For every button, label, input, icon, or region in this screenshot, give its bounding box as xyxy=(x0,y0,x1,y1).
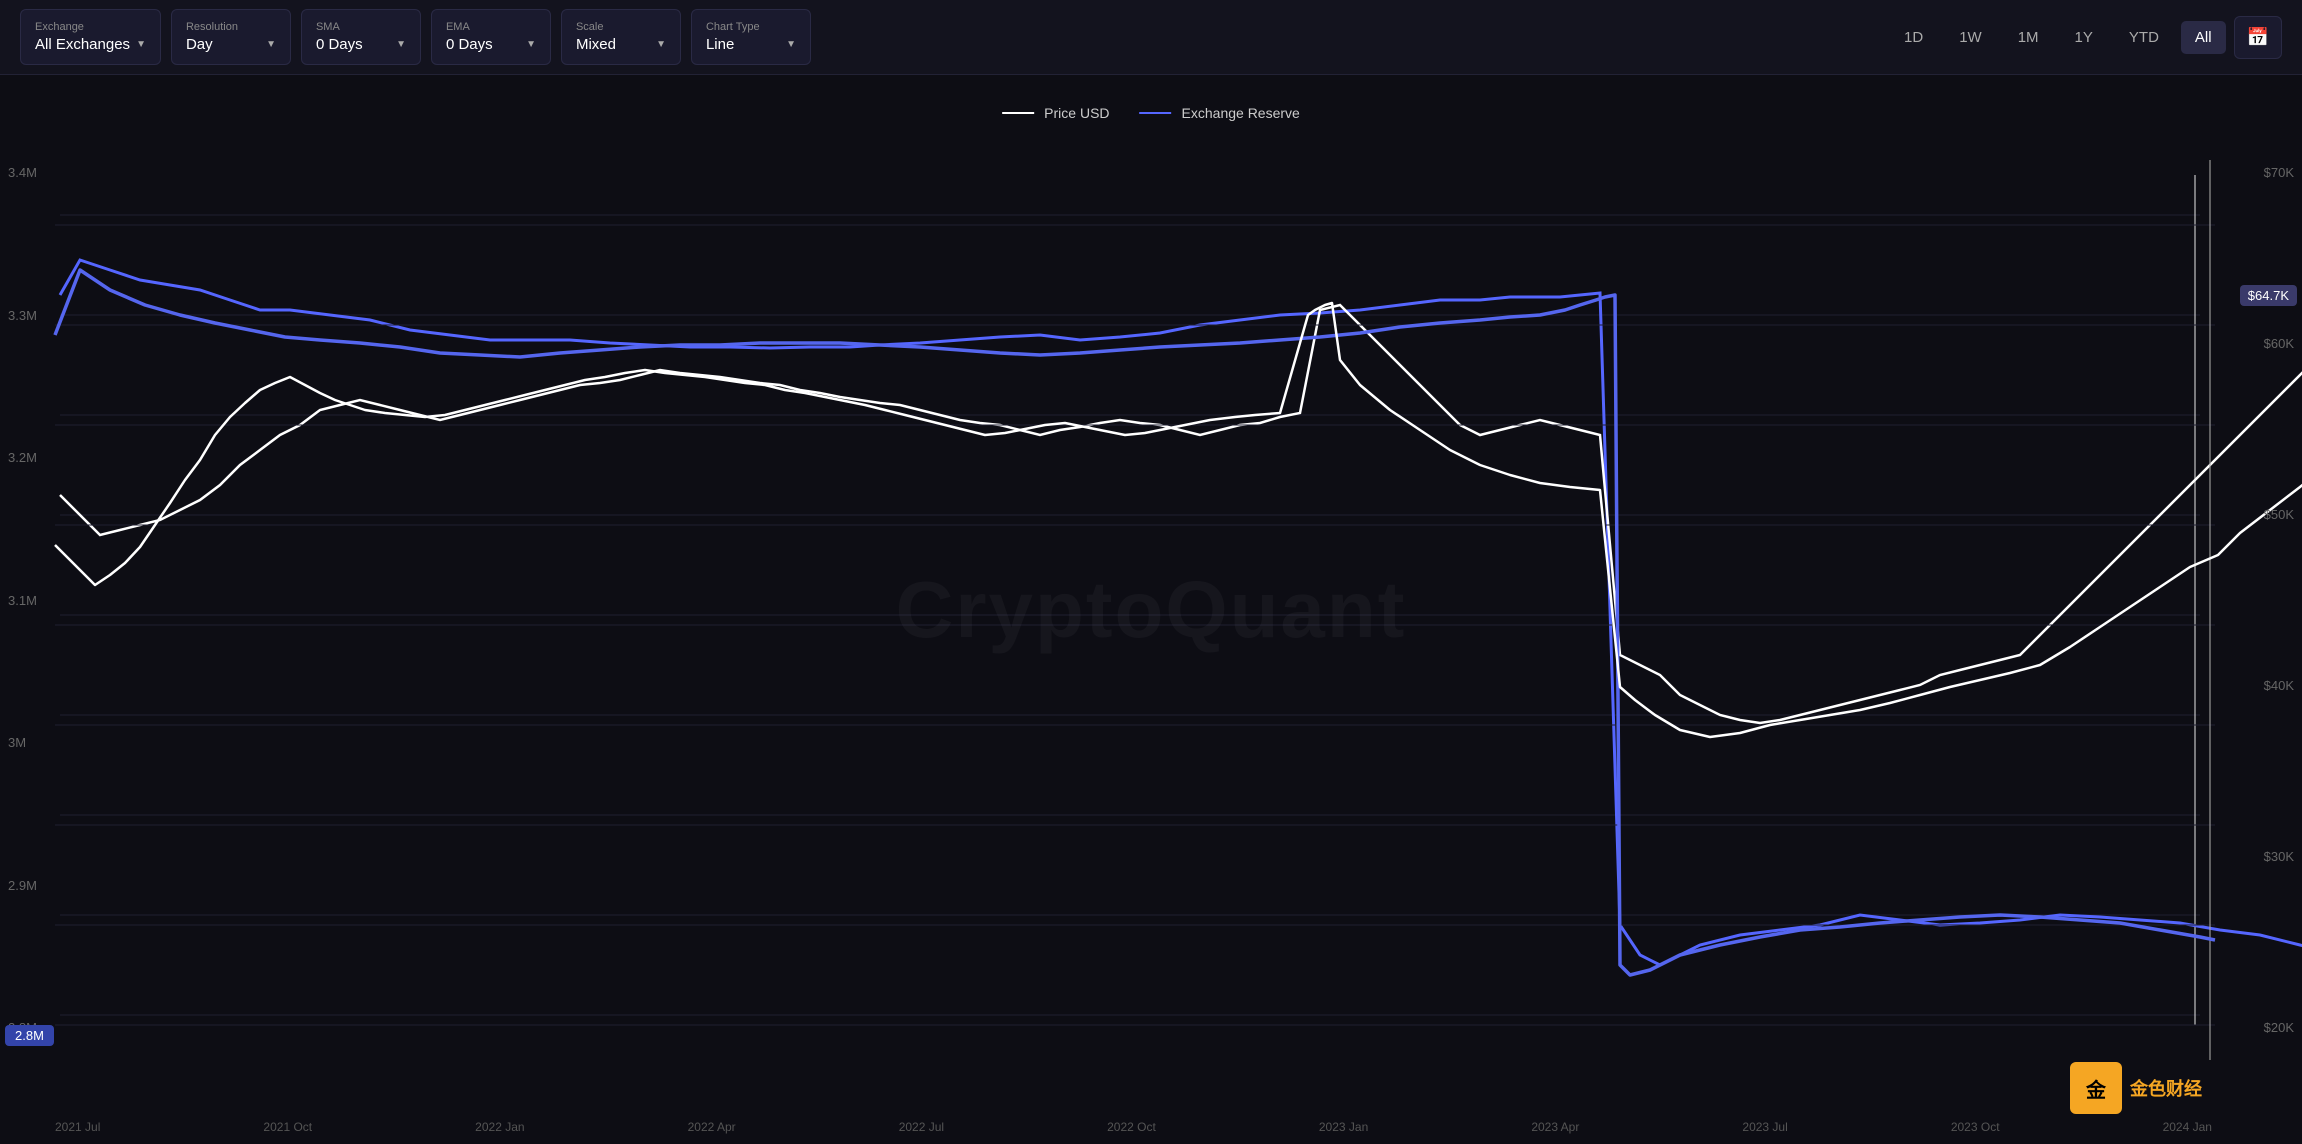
legend-reserve-label: Exchange Reserve xyxy=(1182,105,1300,121)
y-right-40k: $40K xyxy=(2264,678,2294,693)
logo-watermark: 金 金色财经 xyxy=(2070,1062,2202,1114)
resolution-dropdown[interactable]: Resolution Day ▼ xyxy=(171,9,291,65)
x-label-2023jul: 2023 Jul xyxy=(1742,1120,1787,1134)
y-right-20k: $20K xyxy=(2264,1020,2294,1035)
charttype-dropdown[interactable]: Chart Type Line ▼ xyxy=(691,9,811,65)
y-right-60k: $60K xyxy=(2264,336,2294,351)
charttype-value: Line ▼ xyxy=(706,36,796,53)
x-label-2021oct: 2021 Oct xyxy=(263,1120,312,1134)
exchange-arrow-icon: ▼ xyxy=(136,39,146,50)
y-right-30k: $30K xyxy=(2264,849,2294,864)
exchange-label: Exchange xyxy=(35,21,146,33)
toolbar-right: 1D 1W 1M 1Y YTD All 📅 xyxy=(1890,16,2282,59)
ema-arrow-icon: ▼ xyxy=(526,39,536,50)
logo-text: 金色财经 xyxy=(2130,1075,2202,1101)
legend-price-label: Price USD xyxy=(1044,105,1109,121)
ema-dropdown[interactable]: EMA 0 Days ▼ xyxy=(431,9,551,65)
reserve-current-badge: 2.8M xyxy=(5,1025,54,1046)
legend-reserve: Exchange Reserve xyxy=(1140,105,1300,121)
x-label-2023apr: 2023 Apr xyxy=(1531,1120,1579,1134)
exchange-dropdown[interactable]: Exchange All Exchanges ▼ xyxy=(20,9,161,65)
x-label-2023jan: 2023 Jan xyxy=(1319,1120,1368,1134)
resolution-arrow-icon: ▼ xyxy=(266,39,276,50)
y-left-3.4m: 3.4M xyxy=(8,165,37,180)
main-chart xyxy=(0,75,2302,1144)
logo-icon: 金 xyxy=(2070,1062,2122,1114)
x-label-2023oct: 2023 Oct xyxy=(1951,1120,2000,1134)
x-label-2022jul: 2022 Jul xyxy=(899,1120,944,1134)
scale-label: Scale xyxy=(576,21,666,33)
y-left-3.3m: 3.3M xyxy=(8,308,37,323)
time-btn-1m[interactable]: 1M xyxy=(2004,21,2053,54)
time-btn-ytd[interactable]: YTD xyxy=(2115,21,2173,54)
x-axis: 2021 Jul 2021 Oct 2022 Jan 2022 Apr 2022… xyxy=(55,1120,2212,1134)
scale-arrow-icon: ▼ xyxy=(656,39,666,50)
y-left-2.9m: 2.9M xyxy=(8,878,37,893)
time-btn-1y[interactable]: 1Y xyxy=(2061,21,2107,54)
legend-price: Price USD xyxy=(1002,105,1109,121)
x-label-2021jul: 2021 Jul xyxy=(55,1120,100,1134)
y-left-3m: 3M xyxy=(8,735,37,750)
chart-legend: Price USD Exchange Reserve xyxy=(1002,105,1300,121)
time-btn-1d[interactable]: 1D xyxy=(1890,21,1937,54)
resolution-label: Resolution xyxy=(186,21,276,33)
y-left-3.1m: 3.1M xyxy=(8,593,37,608)
toolbar: Exchange All Exchanges ▼ Resolution Day … xyxy=(0,0,2302,75)
scale-value: Mixed ▼ xyxy=(576,36,666,53)
reserve-line-icon xyxy=(1140,112,1172,114)
sma-dropdown[interactable]: SMA 0 Days ▼ xyxy=(301,9,421,65)
resolution-value: Day ▼ xyxy=(186,36,276,53)
price-usd-path xyxy=(55,163,2302,737)
time-btn-1w[interactable]: 1W xyxy=(1945,21,1996,54)
y-right-50k: $50K xyxy=(2264,507,2294,522)
scale-dropdown[interactable]: Scale Mixed ▼ xyxy=(561,9,681,65)
exchange-reserve-path xyxy=(55,270,2215,975)
price-line-icon xyxy=(1002,112,1034,114)
chart-container: Price USD Exchange Reserve CryptoQuant xyxy=(0,75,2302,1144)
price-current-badge: $64.7K xyxy=(2240,285,2297,306)
x-label-2024jan: 2024 Jan xyxy=(2163,1120,2212,1134)
ema-label: EMA xyxy=(446,21,536,33)
charttype-arrow-icon: ▼ xyxy=(786,39,796,50)
charttype-label: Chart Type xyxy=(706,21,796,33)
x-label-2022oct: 2022 Oct xyxy=(1107,1120,1156,1134)
x-label-2022jan: 2022 Jan xyxy=(475,1120,524,1134)
calendar-icon[interactable]: 📅 xyxy=(2234,16,2282,59)
sma-label: SMA xyxy=(316,21,406,33)
ema-value: 0 Days ▼ xyxy=(446,36,536,53)
sma-arrow-icon: ▼ xyxy=(396,39,406,50)
time-btn-all[interactable]: All xyxy=(2181,21,2226,54)
x-label-2022apr: 2022 Apr xyxy=(688,1120,736,1134)
y-left-3.2m: 3.2M xyxy=(8,450,37,465)
y-axis-left: 3.4M 3.3M 3.2M 3.1M 3M 2.9M 2.8M xyxy=(8,165,37,1035)
y-right-70k: $70K xyxy=(2264,165,2294,180)
sma-value: 0 Days ▼ xyxy=(316,36,406,53)
exchange-value: All Exchanges ▼ xyxy=(35,36,146,53)
toolbar-left: Exchange All Exchanges ▼ Resolution Day … xyxy=(20,9,811,65)
